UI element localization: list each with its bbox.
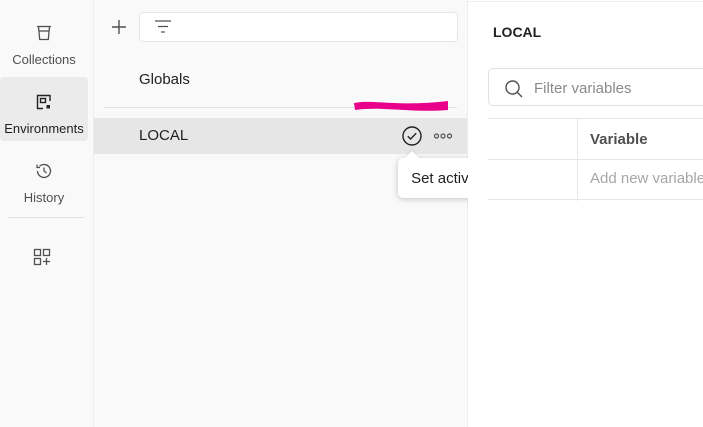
add-environment-button[interactable] [106,14,132,40]
filter-icon [153,18,173,39]
environment-filter-button[interactable] [139,12,458,42]
trash-can-icon [0,22,88,44]
ellipsis-icon [433,133,453,139]
table-column-divider [577,119,578,201]
environment-title: LOCAL [493,24,542,40]
sidebar-rail: Collections Environments History [0,0,94,427]
environment-name: Globals [139,71,190,88]
check-circle-icon [402,126,422,146]
panel-top-border [468,1,703,2]
table-row-divider [488,159,703,160]
sidebar-item-environments[interactable]: Environments [0,77,88,141]
variable-search-box [488,68,703,106]
environment-icon [0,91,88,113]
sidebar-item-history[interactable]: History [0,146,88,210]
sidebar-item-collections[interactable]: Collections [0,8,88,72]
plus-icon [112,20,126,34]
sidebar-item-label: Collections [12,52,76,67]
environment-actions-button[interactable] [431,124,455,148]
variables-table: Variable Add new variable [488,118,703,201]
sidebar-item-label: History [23,190,65,205]
search-icon [504,79,524,102]
sidebar-item-label: Environments [4,121,84,136]
filter-variables-input[interactable] [534,77,703,99]
configure-workbench-icon[interactable] [27,244,57,270]
environments-list-panel: Globals LOCAL Set active [94,0,490,427]
environment-name: LOCAL [139,127,189,144]
environment-item-globals[interactable]: Globals [94,62,467,98]
environment-item-local[interactable]: LOCAL [94,118,467,154]
sidebar-divider [8,217,84,218]
add-new-variable-cell[interactable]: Add new variable [590,170,703,187]
set-active-button[interactable] [400,124,424,148]
variable-column-header: Variable [590,131,648,148]
environment-detail-panel: LOCAL Variable Add new variable [468,0,703,427]
redaction-mark [354,101,448,111]
history-icon [0,160,88,182]
